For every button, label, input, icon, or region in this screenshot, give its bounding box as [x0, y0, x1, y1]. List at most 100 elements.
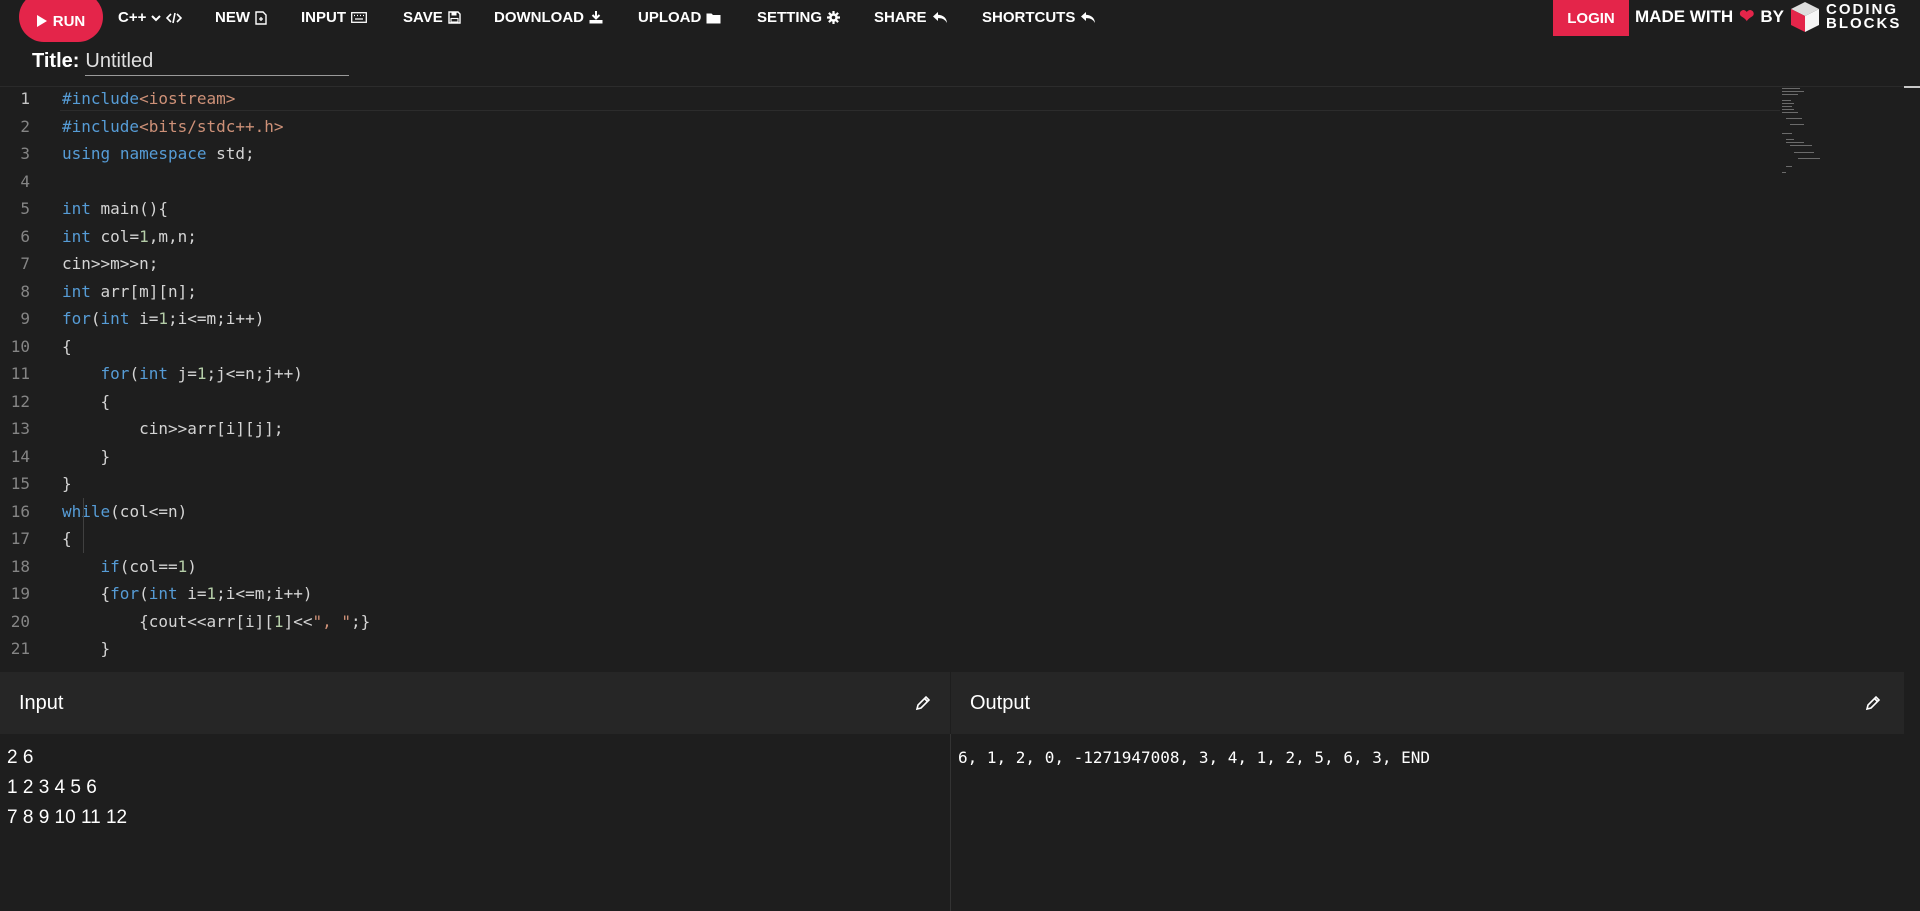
coding-blocks-logo[interactable]: CODING BLOCKS: [1788, 0, 1901, 34]
login-button[interactable]: LOGIN: [1553, 0, 1629, 36]
scrollbar-thumb[interactable]: [1904, 86, 1920, 88]
setting-button[interactable]: SETTING: [757, 9, 841, 26]
run-button[interactable]: RUN: [19, 0, 103, 42]
input-panel-body[interactable]: 2 6 1 2 3 4 5 6 7 8 9 10 11 12: [0, 734, 950, 911]
line-number: 15: [10, 474, 30, 493]
code-text: using namespace std;: [62, 144, 255, 163]
code-text: int main(){: [62, 199, 168, 218]
line-number: 1: [20, 89, 30, 108]
output-panel-header: Output: [951, 672, 1904, 734]
code-line[interactable]: 1 #include<iostream>: [0, 86, 1780, 113]
code-line[interactable]: 17 {: [0, 525, 1780, 553]
download-button[interactable]: DOWNLOAD: [494, 9, 603, 26]
floppy-icon: [448, 11, 461, 24]
code-text: while(col<=n): [62, 501, 188, 521]
code-line[interactable]: 10 {: [0, 333, 1780, 361]
code-text: {cout<<arr[i][1]<<", ";}: [62, 611, 371, 631]
download-label: DOWNLOAD: [494, 9, 584, 26]
title-label: Title:: [32, 50, 80, 72]
input-line: 2 6: [7, 747, 34, 768]
output-panel-title: Output: [970, 691, 1031, 714]
line-number: 4: [20, 171, 30, 191]
code-line[interactable]: 13 cin>>arr[i][j];: [0, 415, 1780, 443]
cube-logo-icon: [1791, 2, 1819, 32]
code-line[interactable]: 19 {for(int i=1;i<=m;i++): [0, 580, 1780, 608]
code-line[interactable]: 9 for(int i=1;i<=m;i++): [0, 305, 1780, 333]
output-panel-body[interactable]: 6, 1, 2, 0, -1271947008, 3, 4, 1, 2, 5, …: [951, 734, 1920, 911]
code-text: }: [62, 639, 111, 658]
output-line: 6, 1, 2, 0, -1271947008, 3, 4, 1, 2, 5, …: [958, 748, 1431, 767]
share-icon: [932, 12, 947, 23]
language-selector[interactable]: C++: [118, 9, 183, 26]
title-input[interactable]: Untitled: [85, 50, 350, 76]
code-line[interactable]: 6 int col=1,m,n;: [0, 223, 1780, 251]
save-button[interactable]: SAVE: [403, 9, 461, 26]
new-label: NEW: [215, 9, 250, 26]
line-number: 16: [10, 501, 30, 521]
pencil-icon[interactable]: [914, 694, 932, 712]
made-with-label: MADE WITH: [1635, 6, 1734, 26]
made-with-credit: MADE WITH ❤ BY: [1635, 6, 1784, 27]
code-text: if(col==1): [100, 556, 197, 576]
code-editor[interactable]: 1 #include<iostream> 2 #include<bits/stdc++…: [0, 86, 1904, 672]
minimap[interactable]: [1780, 86, 1828, 176]
play-icon: [36, 15, 47, 27]
line-number: 12: [10, 391, 30, 411]
code-line[interactable]: 4: [0, 168, 1780, 196]
code-text: {: [62, 336, 72, 356]
download-icon: [589, 11, 603, 24]
code-line[interactable]: 11 for(int j=1;j<=n;j++): [0, 360, 1780, 388]
code-line[interactable]: 5 int main(){: [0, 195, 1780, 223]
chevron-down-icon: [151, 14, 162, 21]
folder-icon: [706, 13, 721, 23]
upload-label: UPLOAD: [638, 9, 702, 26]
code-text: for(int j=1;j<=n;j++): [100, 364, 303, 383]
upload-button[interactable]: UPLOAD: [638, 9, 721, 26]
line-number: 2: [20, 116, 30, 136]
brand-line2: BLOCKS: [1826, 15, 1902, 32]
line-number: 14: [10, 446, 30, 466]
input-button[interactable]: INPUT: [301, 9, 367, 26]
code-line[interactable]: 15}: [0, 470, 1780, 498]
editor-scrollbar[interactable]: [1904, 86, 1920, 672]
heart-icon: ❤: [1739, 6, 1755, 26]
code-line[interactable]: 18 if(col==1): [0, 553, 1780, 581]
code-text: cin>>arr[i][j];: [62, 419, 284, 438]
line-number: 9: [20, 309, 30, 328]
code-text: for(int i=1;i<=m;i++): [62, 309, 265, 328]
shortcut-icon: [1081, 12, 1096, 23]
pencil-icon[interactable]: [1864, 694, 1882, 712]
brand-text: CODING BLOCKS: [1826, 2, 1902, 32]
code-text: int col=1,m,n;: [62, 226, 197, 246]
code-line[interactable]: 7 cin>>m>>n;: [0, 250, 1780, 278]
code-text: {for(int i=1;i<=m;i++): [62, 584, 313, 603]
setting-label: SETTING: [757, 9, 823, 26]
shortcuts-label: SHORTCUTS: [982, 9, 1076, 26]
share-button[interactable]: SHARE: [874, 9, 948, 26]
code-line[interactable]: 8 int arr[m][n];: [0, 278, 1780, 306]
code-text: {: [62, 391, 111, 411]
code-line[interactable]: 20 {cout<<arr[i][1]<<", ";}: [0, 608, 1780, 636]
line-number: 11: [10, 364, 30, 383]
code-line[interactable]: 16 while(col<=n): [0, 498, 1780, 526]
new-button[interactable]: NEW: [215, 9, 267, 26]
gear-icon: [827, 11, 841, 24]
code-line[interactable]: 2 #include<bits/stdc++.h>: [0, 113, 1780, 141]
code-text: int arr[m][n];: [62, 281, 197, 301]
code-text: #include<bits/stdc++.h>: [62, 116, 284, 136]
line-number: 18: [10, 556, 30, 576]
shortcuts-button[interactable]: SHORTCUTS: [982, 9, 1096, 26]
code-text: {: [62, 529, 72, 548]
new-file-icon: [255, 10, 267, 25]
login-label: LOGIN: [1567, 9, 1615, 27]
code-line[interactable]: 14 }: [0, 443, 1780, 471]
input-line: 1 2 3 4 5 6: [7, 777, 97, 798]
save-label: SAVE: [403, 9, 443, 26]
run-label: RUN: [52, 12, 86, 30]
code-line[interactable]: 21 }: [0, 635, 1780, 663]
code-text: cin>>m>>n;: [62, 254, 159, 273]
line-number: 7: [20, 254, 30, 273]
code-line[interactable]: 3 using namespace std;: [0, 140, 1780, 168]
line-number: 20: [10, 611, 30, 631]
code-line[interactable]: 12 {: [0, 388, 1780, 416]
